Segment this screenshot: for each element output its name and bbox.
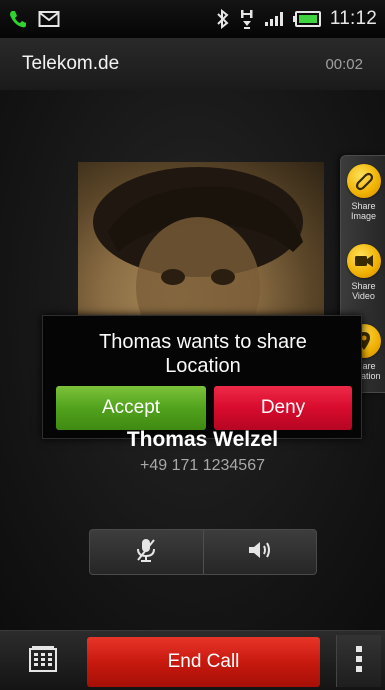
accept-button[interactable]: Accept	[56, 386, 206, 430]
call-screen: Share Image Share Video Share Location T…	[0, 90, 385, 630]
dialog-message: Thomas wants to share Location	[99, 331, 307, 377]
menu-button[interactable]	[336, 635, 381, 687]
share-video-button[interactable]: Share Video	[341, 238, 385, 312]
bottom-bar: End Call	[0, 630, 385, 690]
phone-call-icon	[8, 9, 28, 29]
share-image-button[interactable]: Share Image	[341, 158, 385, 232]
mute-button[interactable]	[90, 530, 203, 574]
share-video-label: Share Video	[351, 281, 376, 301]
audio-controls	[89, 529, 317, 575]
dialpad-button[interactable]	[12, 635, 74, 687]
speaker-icon	[246, 539, 274, 566]
status-left-icons	[8, 9, 60, 29]
microphone-icon	[134, 537, 158, 568]
caller-name: Thomas Welzel	[126, 428, 279, 451]
menu-icon	[355, 645, 363, 678]
share-request-dialog: Thomas wants to share Location Accept De…	[42, 315, 362, 439]
carrier-name: Telekom.de	[22, 53, 120, 74]
status-bar: 11:12	[0, 0, 385, 38]
carrier-bar: Telekom.de 00:02	[0, 38, 385, 90]
bluetooth-icon	[216, 9, 230, 29]
status-time: 11:12	[329, 8, 377, 29]
dialpad-icon	[28, 645, 58, 678]
paperclip-icon	[346, 164, 381, 198]
battery-icon	[292, 11, 321, 27]
deny-button[interactable]: Deny	[214, 386, 352, 430]
end-call-button[interactable]: End Call	[87, 637, 320, 687]
status-right-icons: 11:12	[216, 8, 377, 30]
caller-number: +49 171 1234567	[139, 457, 265, 474]
video-icon	[346, 244, 381, 278]
data-transfer-icon	[239, 8, 255, 30]
speaker-button[interactable]	[204, 530, 317, 574]
signal-icon	[264, 11, 284, 27]
call-timer: 00:02	[325, 55, 363, 73]
share-image-label: Share Image	[350, 201, 376, 221]
message-icon	[38, 10, 60, 28]
